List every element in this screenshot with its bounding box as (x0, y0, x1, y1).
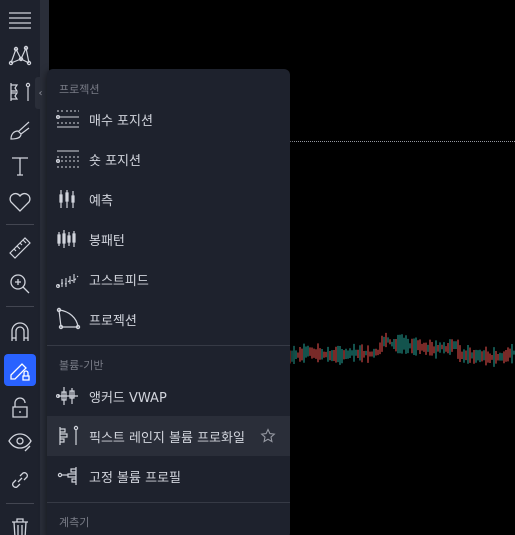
prediction-tools-icon[interactable] (4, 76, 36, 108)
section-label-projection: 프로젝션 (59, 83, 100, 96)
zoom-in-icon[interactable] (4, 268, 36, 300)
magnet-icon[interactable] (4, 316, 36, 348)
menu-item-short-position[interactable]: 숏 포지션 (47, 139, 290, 179)
projection-icon (47, 299, 89, 339)
section-label-volume: 볼륨-기반 (59, 359, 104, 372)
pattern-icon[interactable] (4, 40, 36, 72)
menu-item-anchored-volume-profile[interactable]: 고정 볼륨 프로필 (47, 456, 290, 496)
menu-item-anchored-vwap[interactable]: 앵커드 VWAP (47, 376, 290, 416)
star-icon[interactable] (260, 428, 276, 444)
text-icon[interactable] (4, 150, 36, 182)
menu-item-projection[interactable]: 프로젝션 (47, 299, 290, 339)
short-position-icon (47, 139, 89, 179)
anchored-vwap-icon (47, 376, 89, 416)
brush-icon[interactable] (4, 114, 36, 146)
projection-tools-menu: 프로젝션 매수 포지션 숏 포지션 예측 봉패턴 고스트피드 프로젝션 볼륨-기… (47, 69, 290, 535)
eye-icon[interactable] (4, 426, 36, 458)
menu-item-bars-pattern[interactable]: 봉패턴 (47, 219, 290, 259)
trash-icon[interactable] (4, 512, 36, 535)
lock-drawing-icon[interactable] (4, 354, 36, 386)
menu-divider (47, 502, 290, 503)
heart-icon[interactable] (4, 186, 36, 218)
long-position-icon (47, 99, 89, 139)
chevron-left-icon: ‹ (38, 87, 43, 99)
bars-pattern-icon (47, 219, 89, 259)
menu-lines-icon[interactable] (4, 4, 36, 36)
menu-divider (47, 345, 290, 346)
drawing-toolbar (0, 0, 40, 535)
ghost-feed-icon (47, 259, 89, 299)
collapse-toolbar-button[interactable]: ‹ (35, 77, 46, 109)
menu-item-long-position[interactable]: 매수 포지션 (47, 99, 290, 139)
fixed-range-volume-profile-icon (47, 416, 89, 456)
menu-item-fixed-range-volume-profile[interactable]: 픽스트 레인지 볼륨 프로화일 (47, 416, 290, 456)
anchored-volume-profile-icon (47, 456, 89, 496)
menu-item-forecast[interactable]: 예측 (47, 179, 290, 219)
menu-item-ghost-feed[interactable]: 고스트피드 (47, 259, 290, 299)
forecast-icon (47, 179, 89, 219)
section-label-measurer: 계측기 (59, 516, 90, 529)
lock-icon[interactable] (4, 392, 36, 424)
link-icon[interactable] (4, 464, 36, 496)
ruler-icon[interactable] (4, 232, 36, 264)
